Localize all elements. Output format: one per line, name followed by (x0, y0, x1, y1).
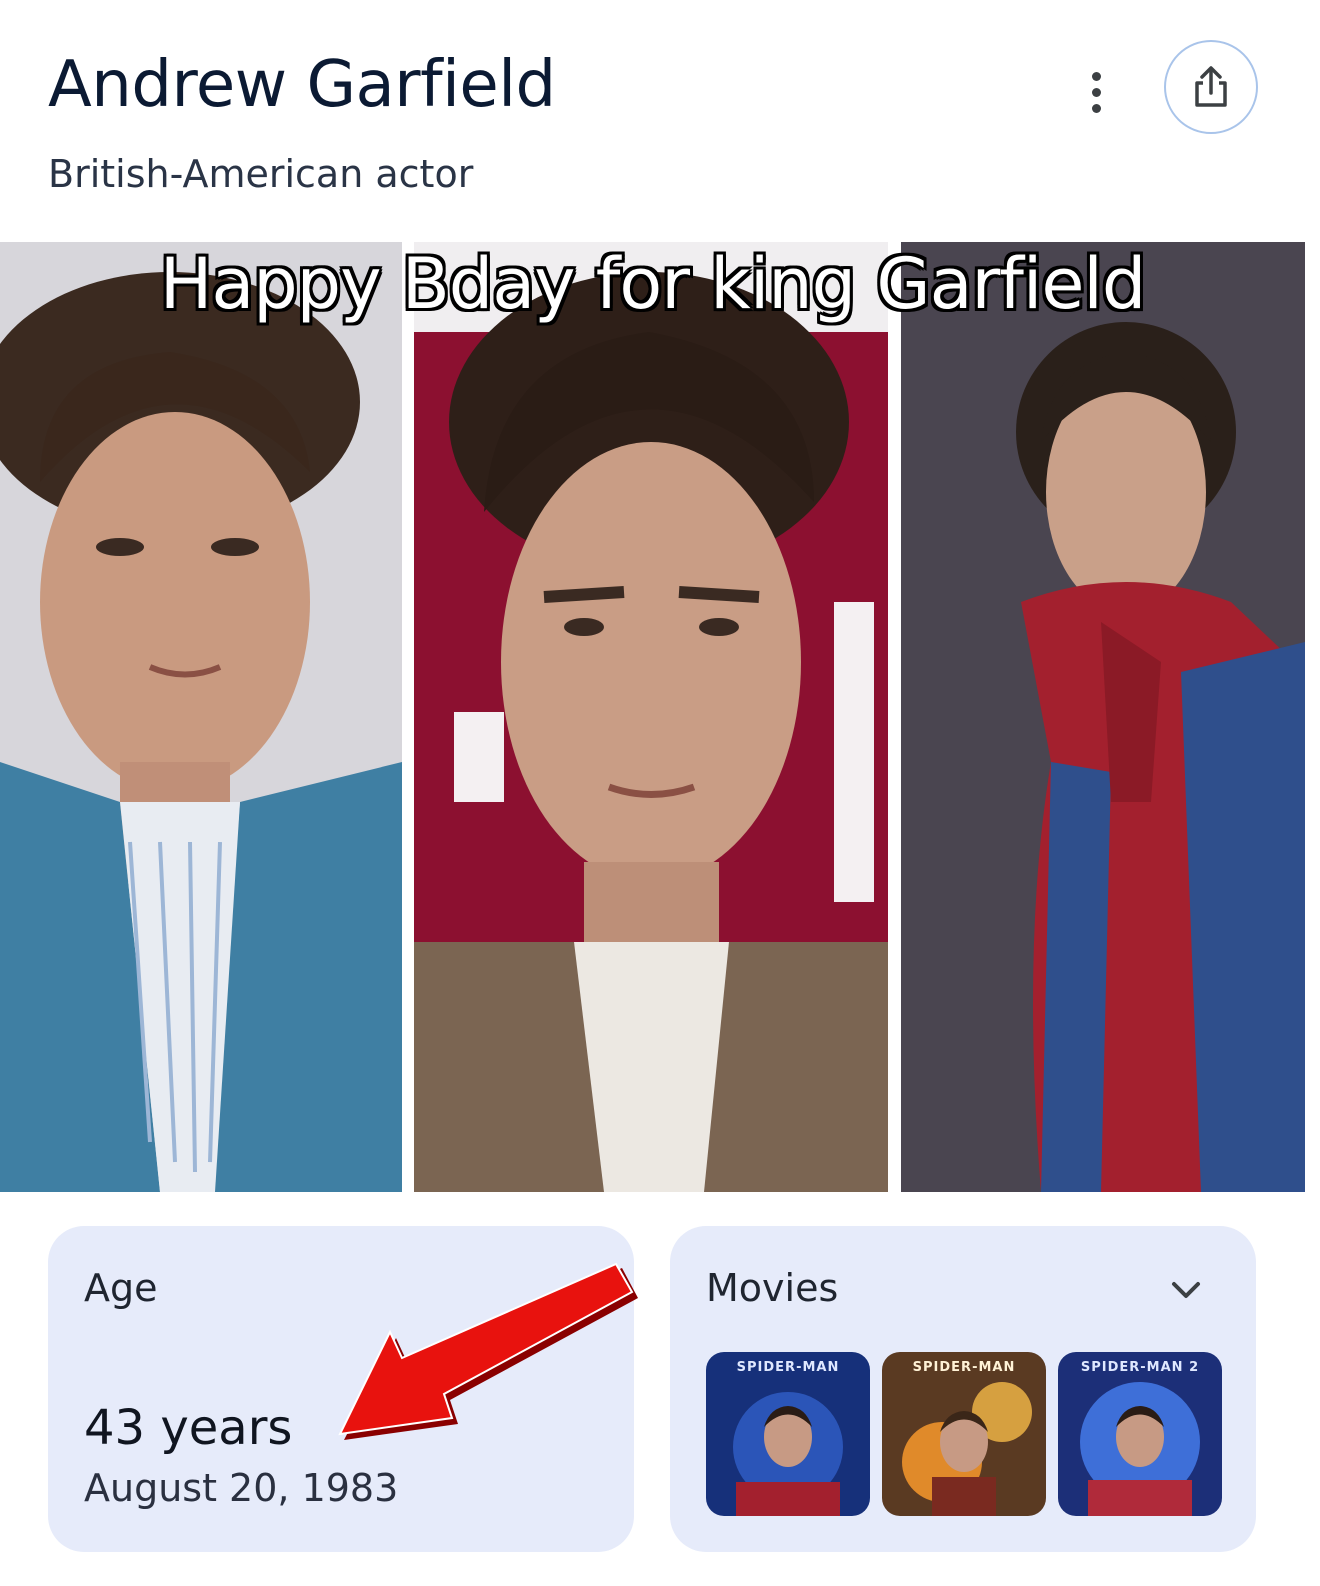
photo-blue-suit[interactable] (0, 242, 402, 1192)
more-vertical-icon (1091, 71, 1101, 81)
movies-label: Movies (706, 1266, 839, 1310)
annotation-arrow-icon (338, 1262, 638, 1440)
age-label: Age (84, 1266, 158, 1310)
share-button[interactable] (1164, 40, 1258, 134)
movie-poster[interactable]: SPIDER-MAN (882, 1352, 1046, 1516)
share-icon (1195, 66, 1227, 107)
photo-spider-suit[interactable] (901, 242, 1305, 1192)
image-caption: Happy Bday for king Garfield (159, 243, 1147, 325)
page-subtitle: British-American actor (48, 152, 474, 196)
poster-title: SPIDER-MAN 2 (1080, 1360, 1200, 1375)
movie-poster[interactable]: SPIDER-MAN (706, 1352, 870, 1516)
movies-card[interactable]: Movies SPIDER-MAN SPIDER-MAN SPIDER-MAN … (670, 1226, 1256, 1552)
photo-red-backdrop[interactable] (414, 242, 888, 1192)
age-value: 43 years (84, 1400, 293, 1456)
poster-title: SPIDER-MAN (736, 1360, 840, 1375)
poster-title: SPIDER-MAN (912, 1360, 1016, 1375)
page-title: Andrew Garfield (48, 48, 556, 122)
more-options-button[interactable] (1076, 68, 1116, 116)
birth-date: August 20, 1983 (84, 1466, 399, 1510)
chevron-down-icon[interactable] (1166, 1270, 1206, 1310)
movie-poster[interactable]: SPIDER-MAN 2 (1058, 1352, 1222, 1516)
image-gallery[interactable] (0, 242, 1320, 1192)
